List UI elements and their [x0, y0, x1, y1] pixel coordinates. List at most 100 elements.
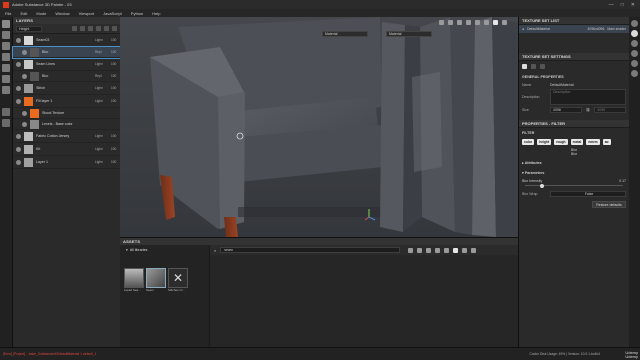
layer-row[interactable]: Levels - Base color	[13, 119, 120, 130]
settings-icon[interactable]	[631, 70, 638, 77]
blur-wrap-dropdown[interactable]: False	[550, 191, 626, 197]
visibility-icon[interactable]	[16, 98, 21, 104]
visibility-icon[interactable]	[16, 85, 21, 91]
viewport-material-dropdown-right[interactable]: Material	[386, 31, 432, 37]
layer-row[interactable]: Seam Lines Lighn 100	[13, 58, 120, 71]
filter-generator-icon[interactable]	[462, 247, 468, 253]
size-dropdown[interactable]: 4096	[550, 107, 582, 113]
layer-blend-mode[interactable]: Lighn	[95, 99, 111, 103]
shader-icon[interactable]	[631, 50, 638, 57]
visibility-icon[interactable]	[16, 61, 21, 67]
menu-mode[interactable]: Mode	[36, 11, 46, 16]
mesh-maps-tab-icon[interactable]	[540, 64, 545, 69]
viewport-material-dropdown-left[interactable]: Material	[322, 31, 368, 37]
filter-selector[interactable]: Blur Blur	[519, 146, 629, 158]
filter-alpha-icon[interactable]	[435, 247, 441, 253]
menu-javascript[interactable]: JavaScript	[103, 11, 122, 16]
filter-brush-icon[interactable]	[453, 247, 459, 253]
restore-defaults-button[interactable]: Restore defaults	[592, 201, 626, 208]
chip-color[interactable]: color	[522, 139, 535, 145]
visibility-icon[interactable]	[22, 49, 27, 55]
delete-layer-icon[interactable]	[112, 26, 117, 31]
layout-icon[interactable]	[484, 19, 489, 25]
3d-viewport[interactable]: Material Material	[120, 17, 518, 237]
menu-help[interactable]: Help	[152, 11, 160, 16]
layer-blend-mode[interactable]: Lighn	[95, 62, 111, 66]
close-icon[interactable]: ✕	[631, 2, 635, 8]
camera-icon[interactable]	[439, 19, 444, 25]
paint-icon[interactable]	[493, 19, 498, 25]
add-paint-layer-icon[interactable]	[72, 26, 77, 31]
settings-tab-icon[interactable]	[522, 64, 527, 69]
menu-window[interactable]: Window	[55, 11, 69, 16]
layer-row[interactable]: Stitch Lighn 100	[13, 82, 120, 95]
chip-nmrm[interactable]: nmrm	[586, 139, 600, 145]
layer-blend-mode[interactable]: Lighn	[95, 147, 111, 151]
minimize-icon[interactable]: —	[609, 2, 614, 8]
screenshot-icon[interactable]	[457, 19, 462, 25]
chip-ao[interactable]: ao	[602, 139, 611, 145]
attributes-section[interactable]: ▸ Attributes	[519, 158, 629, 168]
blur-intensity-slider[interactable]	[525, 183, 623, 188]
chip-height[interactable]: height	[537, 139, 552, 145]
polygon-fill-icon[interactable]	[2, 53, 10, 61]
add-effect-icon[interactable]	[96, 26, 101, 31]
description-input[interactable]: Description	[550, 89, 626, 105]
layer-opacity[interactable]: 100	[111, 160, 120, 164]
layer-blend-mode[interactable]: Lighn	[95, 86, 111, 90]
clone-icon[interactable]	[2, 75, 10, 83]
layer-row[interactable]: Blur Repl 100	[13, 71, 120, 82]
layer-opacity[interactable]: 100	[111, 50, 120, 54]
layer-blend-mode[interactable]: Repl	[95, 50, 111, 54]
filter-texture-icon[interactable]	[426, 247, 432, 253]
visibility-icon[interactable]	[22, 121, 27, 127]
link-icon[interactable]: ⛓	[586, 108, 590, 112]
visibility-icon[interactable]	[16, 133, 21, 139]
layer-opacity[interactable]: 100	[111, 86, 120, 90]
menu-python[interactable]: Python	[131, 11, 143, 16]
smudge-icon[interactable]	[2, 64, 10, 72]
layer-row[interactable]: Layer 1 Lighn 100	[13, 156, 120, 169]
menu-viewport[interactable]: Viewport	[79, 11, 95, 16]
filter-material-icon[interactable]	[408, 247, 414, 253]
layer-opacity[interactable]: 100	[111, 147, 120, 151]
solo-icon[interactable]	[475, 19, 480, 25]
chip-metal[interactable]: metal	[570, 139, 584, 145]
add-fill-layer-icon[interactable]	[80, 26, 85, 31]
layer-blend-mode[interactable]: Repl	[95, 74, 111, 78]
visibility-icon[interactable]	[22, 73, 27, 79]
filter-environment-icon[interactable]	[471, 247, 477, 253]
visibility-icon[interactable]	[16, 37, 21, 43]
properties-icon[interactable]	[631, 30, 638, 37]
layer-opacity[interactable]: 100	[111, 134, 120, 138]
layer-blend-mode[interactable]: Lighn	[95, 160, 111, 164]
maximize-icon[interactable]: □	[621, 2, 624, 8]
layer-blend-mode[interactable]: Lighn	[95, 134, 111, 138]
asset-item[interactable]: Liquid Sea...	[124, 268, 144, 295]
display-settings-icon[interactable]	[466, 19, 471, 25]
layer-opacity[interactable]: 100	[111, 38, 120, 42]
asset-item[interactable]: ✕ Stitches Cr...	[168, 268, 188, 295]
channels-tab-icon[interactable]	[531, 64, 536, 69]
projection-icon[interactable]	[2, 42, 10, 50]
layer-row[interactable]: Kit Lighn 100	[13, 143, 120, 156]
add-folder-icon[interactable]	[104, 26, 109, 31]
visibility-icon[interactable]	[16, 146, 21, 152]
render-icon[interactable]	[2, 119, 10, 127]
texture-set-icon[interactable]	[631, 20, 638, 27]
filter-smart-material-icon[interactable]	[417, 247, 423, 253]
layer-opacity[interactable]: 100	[111, 99, 120, 103]
parameters-section[interactable]: ▾ Parameters	[519, 168, 629, 178]
eraser-icon[interactable]	[2, 31, 10, 39]
layer-row[interactable]: Fill layer 1 Lighn 100	[13, 95, 120, 108]
chip-rough[interactable]: rough	[554, 139, 568, 145]
channel-dropdown[interactable]: Height	[16, 25, 42, 32]
bake-icon[interactable]	[2, 108, 10, 116]
display-icon[interactable]	[631, 40, 638, 47]
filter-filter-icon[interactable]	[444, 247, 450, 253]
menu-file[interactable]: File	[5, 11, 11, 16]
layer-opacity[interactable]: 100	[111, 74, 120, 78]
visibility-icon[interactable]	[16, 159, 21, 165]
asset-search-input[interactable]: seam	[220, 247, 401, 253]
color-picker-icon[interactable]	[2, 86, 10, 94]
